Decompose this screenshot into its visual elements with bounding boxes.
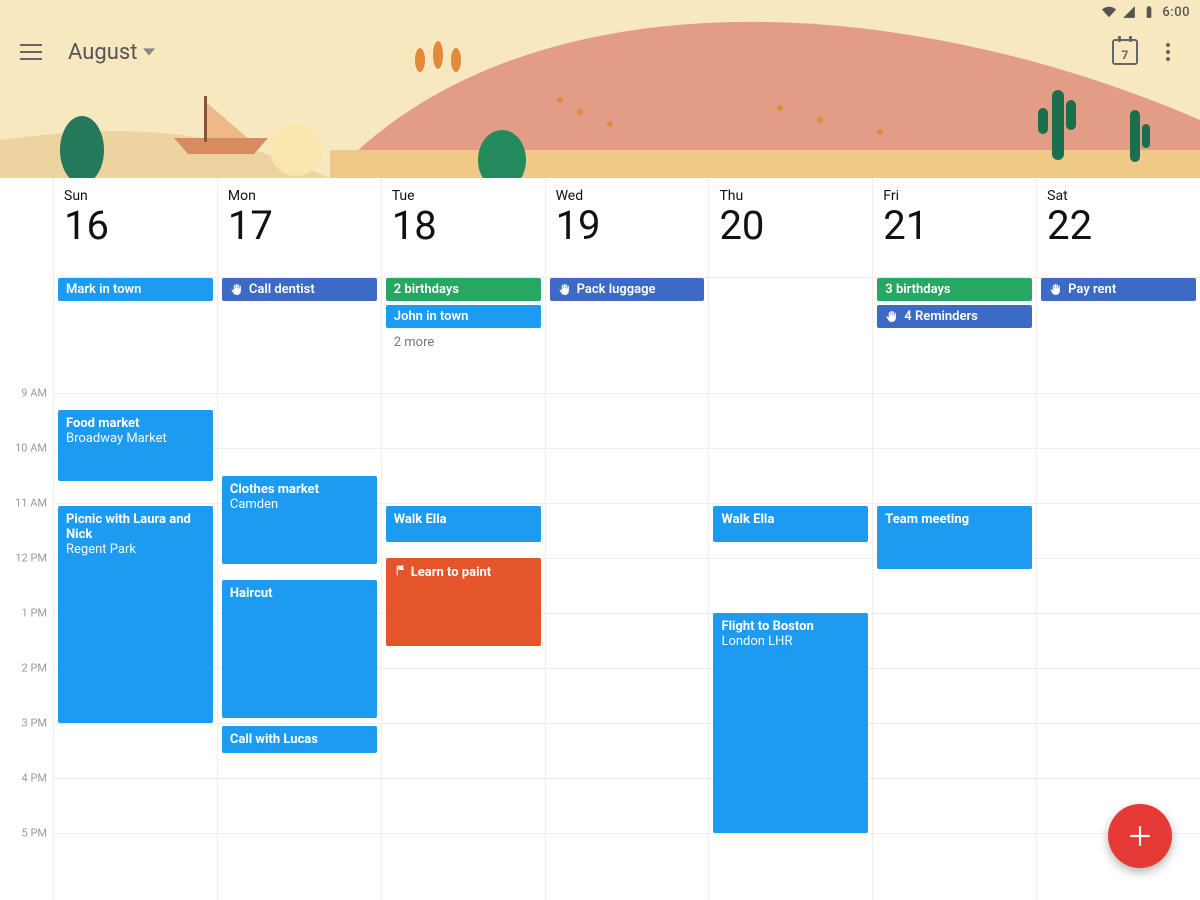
day-header[interactable]: Sat22 <box>1037 178 1200 278</box>
calendar-event[interactable]: Haircut <box>222 580 377 718</box>
day-header[interactable]: Sun16 <box>54 178 217 278</box>
android-status-bar: 6:00 <box>0 0 1200 24</box>
all-day-chip[interactable]: Pack luggage <box>550 278 705 301</box>
reminder-icon <box>1049 283 1062 296</box>
all-day-zone: Call dentist <box>222 278 377 305</box>
status-time: 6:00 <box>1162 5 1190 20</box>
week-grid: 9 AM10 AM11 AM12 PM1 PM2 PM3 PM4 PM5 PM … <box>0 178 1200 900</box>
day-column[interactable]: Sat22Pay rent <box>1037 178 1200 900</box>
day-header[interactable]: Tue18 <box>382 178 545 278</box>
day-column[interactable]: Thu20 Walk Ella Flight to BostonLondon LHR <box>709 178 873 900</box>
reminder-icon <box>230 283 243 296</box>
day-column[interactable]: Tue182 birthdays John in town 2 more Walk E… <box>382 178 546 900</box>
month-picker-button[interactable]: August <box>68 40 155 65</box>
hour-label: 10 AM <box>15 442 47 455</box>
all-day-chip[interactable]: John in town <box>386 305 541 328</box>
all-day-zone: 2 birthdays John in town 2 more <box>386 278 541 353</box>
day-number: 19 <box>556 206 703 246</box>
all-day-zone: Mark in town <box>58 278 213 305</box>
calendar-event[interactable]: Call with Lucas <box>222 726 377 754</box>
all-day-chip[interactable]: Mark in town <box>58 278 213 301</box>
calendar-event[interactable]: Picnic with Laura and NickRegent Park <box>58 506 213 723</box>
calendar-event[interactable]: Team meeting <box>877 506 1032 569</box>
calendar-event[interactable]: Walk Ella <box>386 506 541 542</box>
day-column[interactable]: Mon17Call dentist Clothes marketCamden Hai… <box>218 178 382 900</box>
calendar-event[interactable]: Clothes marketCamden <box>222 476 377 564</box>
wifi-icon <box>1102 5 1116 19</box>
overflow-menu-button[interactable] <box>1156 40 1180 64</box>
day-number: 21 <box>883 206 1030 246</box>
day-number: 16 <box>64 206 211 246</box>
day-number: 17 <box>228 206 375 246</box>
plus-icon <box>1127 823 1153 849</box>
hour-label: 11 AM <box>15 497 47 510</box>
reminder-icon <box>885 310 898 323</box>
all-day-chip[interactable]: 4 Reminders <box>877 305 1032 328</box>
hour-label: 1 PM <box>22 607 47 620</box>
hour-label: 2 PM <box>22 662 47 675</box>
hour-label: 3 PM <box>22 717 47 730</box>
day-header[interactable]: Thu20 <box>709 178 872 278</box>
day-column[interactable]: Sun16Mark in town Food marketBroadway Mar… <box>54 178 218 900</box>
hour-label: 5 PM <box>22 827 47 840</box>
app-toolbar: August 7 <box>0 24 1200 80</box>
all-day-chip[interactable]: Call dentist <box>222 278 377 301</box>
day-column[interactable]: Fri213 birthdays 4 Reminders Team meeting <box>873 178 1037 900</box>
chevron-down-icon <box>143 46 155 58</box>
all-day-chip[interactable]: 2 birthdays <box>386 278 541 301</box>
menu-button[interactable] <box>20 40 44 64</box>
goal-flag-icon <box>394 564 407 577</box>
create-event-fab[interactable] <box>1108 804 1172 868</box>
more-events-link[interactable]: 2 more <box>386 332 541 353</box>
time-gutter: 9 AM 10 AM 11 AM 12 PM 1 PM 2 PM 3 PM 4 PM 5 PM <box>0 178 54 900</box>
day-header[interactable]: Fri21 <box>873 178 1036 278</box>
calendar-event[interactable]: Food marketBroadway Market <box>58 410 213 482</box>
all-day-chip[interactable]: Pay rent <box>1041 278 1196 301</box>
hour-label: 4 PM <box>22 772 47 785</box>
battery-icon <box>1142 5 1156 19</box>
current-month-label: August <box>68 40 137 65</box>
cell-signal-icon <box>1122 5 1136 19</box>
day-column[interactable]: Wed19Pack luggage <box>546 178 710 900</box>
day-number: 18 <box>392 206 539 246</box>
day-number: 22 <box>1047 206 1194 246</box>
day-header[interactable]: Mon17 <box>218 178 381 278</box>
calendar-event[interactable]: Walk Ella <box>713 506 868 542</box>
all-day-chip[interactable]: 3 birthdays <box>877 278 1032 301</box>
hour-label: 12 PM <box>15 552 47 565</box>
all-day-zone: 3 birthdays 4 Reminders <box>877 278 1032 332</box>
hour-label: 9 AM <box>21 387 47 400</box>
today-number: 7 <box>1122 48 1129 62</box>
reminder-icon <box>558 283 571 296</box>
all-day-zone: Pack luggage <box>550 278 705 305</box>
calendar-event[interactable]: Learn to paint <box>386 558 541 646</box>
day-header[interactable]: Wed19 <box>546 178 709 278</box>
calendar-event[interactable]: Flight to BostonLondon LHR <box>713 613 868 833</box>
all-day-zone: Pay rent <box>1041 278 1196 305</box>
jump-to-today-button[interactable]: 7 <box>1112 39 1138 65</box>
day-number: 20 <box>719 206 866 246</box>
